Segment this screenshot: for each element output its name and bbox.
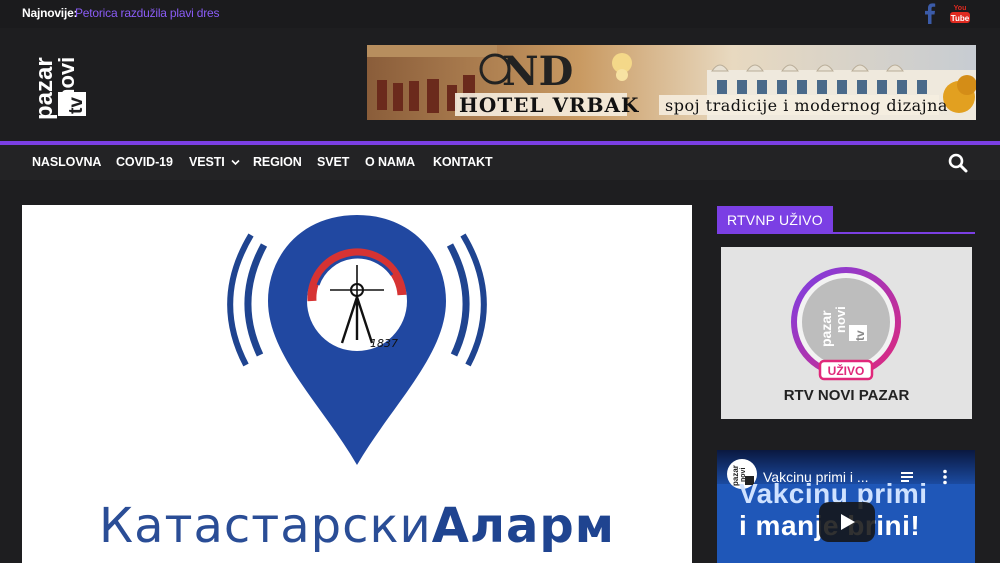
facebook-icon[interactable] — [921, 2, 937, 24]
title-regular: Катастарски — [99, 498, 432, 554]
nav-item-covid[interactable]: COVID-19 — [116, 155, 173, 169]
svg-text:Tube: Tube — [951, 14, 970, 23]
logo-text-tv: tv — [66, 97, 87, 114]
live-stream-card[interactable]: pazar novi tv UŽIVO RTV NOVI PAZAR — [721, 247, 972, 419]
latest-news-link[interactable]: Petorica razdužila plavi dres — [75, 6, 219, 20]
live-logo-pazar: pazar — [818, 310, 834, 347]
youtube-video-embed[interactable]: pazar novi Vakcinu primi i ... Vakcinu p… — [717, 450, 975, 563]
search-icon[interactable] — [948, 153, 968, 173]
location-pin-icon: 1837 — [227, 215, 487, 465]
banner-brand-text: HOTEL VRBAK — [459, 93, 639, 117]
nav-item-vesti-label: VESTI — [189, 155, 225, 169]
nav-item-o-nama[interactable]: O NAMA — [365, 155, 415, 169]
live-caption: RTV NOVI PAZAR — [783, 387, 910, 404]
featured-article-image[interactable]: 1837 КатастарскиАларм — [22, 205, 692, 563]
title-bold: Аларм — [431, 498, 615, 554]
live-logo-novi: novi — [833, 306, 848, 333]
svg-text:You: You — [954, 5, 967, 12]
banner-artwork: ND HOTEL VRBAK spoj tradicije i modernog… — [367, 45, 976, 120]
nav-item-svet[interactable]: SVET — [317, 155, 349, 169]
live-badge: UŽIVO — [828, 363, 865, 378]
chevron-down-icon — [231, 159, 240, 166]
banner-monogram: ND — [502, 48, 573, 95]
sidebar-widget-title: RTVNP UŽIVO — [717, 206, 975, 234]
live-logo-artwork: pazar novi tv UŽIVO — [791, 267, 901, 381]
top-bar: Najnovije: Petorica razdužila plavi dres… — [0, 0, 1000, 28]
youtube-icon[interactable]: You Tube — [949, 2, 971, 24]
nav-item-naslovna[interactable]: NASLOVNA — [32, 155, 101, 169]
pin-year-text: 1837 — [370, 337, 398, 350]
widget-title-label: RTVNP UŽIVO — [717, 206, 833, 232]
nav-item-kontakt[interactable]: KONTAKT — [433, 155, 493, 169]
nav-item-vesti[interactable]: VESTI — [189, 155, 240, 169]
nav-item-region[interactable]: REGION — [253, 155, 302, 169]
play-icon — [841, 514, 855, 530]
play-button[interactable] — [819, 502, 875, 542]
catastral-alarm-title: КатастарскиАларм — [22, 498, 692, 554]
latest-label: Najnovije: — [22, 6, 78, 20]
site-logo[interactable]: pazar novi tv — [26, 44, 90, 120]
more-vert-icon[interactable] — [942, 469, 948, 485]
main-nav: NASLOVNA COVID-19 VESTI REGION SVET O NA… — [0, 145, 1000, 180]
hotel-vrbak-banner[interactable]: ND HOTEL VRBAK spoj tradicije i modernog… — [367, 45, 976, 120]
banner-tagline: spoj tradicije i modernog dizajna — [665, 96, 948, 115]
live-logo-tv: tv — [853, 330, 867, 341]
